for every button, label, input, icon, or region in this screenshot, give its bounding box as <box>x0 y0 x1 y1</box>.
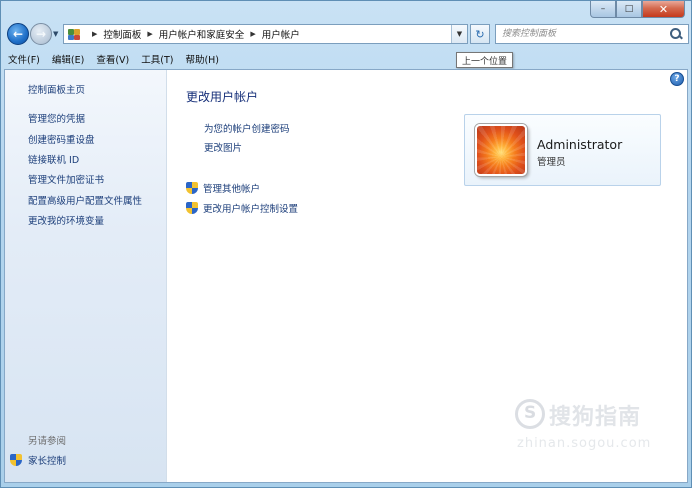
uac-settings-label[interactable]: 更改用户帐户控制设置 <box>203 201 298 215</box>
window-frame: – □ ✕ ← → ▼ ▶ 控制面板 ▶ 用户帐户和家庭安全 ▶ 用户帐户 ▼ … <box>0 0 692 488</box>
user-account-card: Administrator 管理员 <box>464 114 661 186</box>
sidebar-item-manage-credentials[interactable]: 管理您的凭据 <box>28 111 85 125</box>
breadcrumb-separator-icon[interactable]: ▶ <box>92 30 97 38</box>
sidebar-item-create-reset-disk[interactable]: 创建密码重设盘 <box>28 132 95 146</box>
refresh-button[interactable]: ↻ <box>470 24 490 44</box>
menu-tools[interactable]: 工具(T) <box>141 52 173 66</box>
parental-controls-label[interactable]: 家长控制 <box>28 453 66 467</box>
search-icon[interactable] <box>668 26 684 42</box>
refresh-icon: ↻ <box>475 27 485 41</box>
control-panel-icon <box>68 28 82 40</box>
create-password-link[interactable]: 为您的帐户创建密码 <box>204 121 290 135</box>
uac-settings-link[interactable]: 更改用户帐户控制设置 <box>186 201 298 215</box>
menu-help[interactable]: 帮助(H) <box>185 52 219 66</box>
menu-edit[interactable]: 编辑(E) <box>52 52 84 66</box>
breadcrumb-separator-icon[interactable]: ▶ <box>147 30 152 38</box>
avatar[interactable] <box>475 124 527 176</box>
window-controls: – □ ✕ <box>590 1 685 18</box>
task-sidebar: 控制面板主页 管理您的凭据 创建密码重设盘 链接联机 ID 管理文件加密证书 配… <box>5 70 167 482</box>
close-button[interactable]: ✕ <box>642 1 685 18</box>
user-role: 管理员 <box>537 157 566 168</box>
address-dropdown-icon[interactable]: ▼ <box>451 25 467 43</box>
breadcrumb-user-accounts[interactable]: 用户帐户 <box>262 27 300 41</box>
shield-icon <box>10 453 22 467</box>
search-box[interactable] <box>495 24 689 44</box>
sidebar-item-advanced-profile[interactable]: 配置高级用户配置文件属性 <box>28 193 142 207</box>
minimize-button[interactable]: – <box>590 1 616 18</box>
back-tooltip: 上一个位置 <box>456 52 514 68</box>
manage-other-accounts-link[interactable]: 管理其他帐户 <box>186 181 260 195</box>
sidebar-item-environment-variables[interactable]: 更改我的环境变量 <box>28 213 104 227</box>
menu-file[interactable]: 文件(F) <box>8 52 40 66</box>
see-also-heading: 另请参阅 <box>28 436 67 447</box>
navigation-bar: ← → ▼ ▶ 控制面板 ▶ 用户帐户和家庭安全 ▶ 用户帐户 ▼ ↻ <box>5 23 689 47</box>
breadcrumb-user-accounts-family[interactable]: 用户帐户和家庭安全 <box>159 27 245 41</box>
menu-view[interactable]: 查看(V) <box>96 52 129 66</box>
shield-icon <box>186 181 198 195</box>
sidebar-item-link-online-id[interactable]: 链接联机 ID <box>28 152 79 166</box>
search-input[interactable] <box>502 26 668 42</box>
sidebar-item-parental-controls[interactable]: 家长控制 <box>10 453 66 467</box>
address-bar[interactable]: ▶ 控制面板 ▶ 用户帐户和家庭安全 ▶ 用户帐户 ▼ <box>63 24 468 44</box>
user-name: Administrator <box>537 137 623 152</box>
content-area: 控制面板主页 管理您的凭据 创建密码重设盘 链接联机 ID 管理文件加密证书 配… <box>4 69 688 483</box>
sidebar-item-encryption-certificates[interactable]: 管理文件加密证书 <box>28 172 104 186</box>
breadcrumb-control-panel[interactable]: 控制面板 <box>103 27 141 41</box>
manage-other-accounts-label[interactable]: 管理其他帐户 <box>203 181 260 195</box>
breadcrumb-separator-icon[interactable]: ▶ <box>250 30 255 38</box>
menu-bar: 文件(F) 编辑(E) 查看(V) 工具(T) 帮助(H) <box>5 50 687 68</box>
sidebar-control-panel-home[interactable]: 控制面板主页 <box>28 82 85 96</box>
recent-pages-dropdown-icon[interactable]: ▼ <box>53 30 58 38</box>
maximize-button[interactable]: □ <box>616 1 642 18</box>
page-title: 更改用户帐户 <box>186 90 259 104</box>
forward-button[interactable]: → <box>30 23 52 45</box>
back-button[interactable]: ← <box>7 23 29 45</box>
shield-icon <box>186 201 198 215</box>
help-icon[interactable]: ? <box>670 72 684 86</box>
change-picture-link[interactable]: 更改图片 <box>204 140 242 154</box>
